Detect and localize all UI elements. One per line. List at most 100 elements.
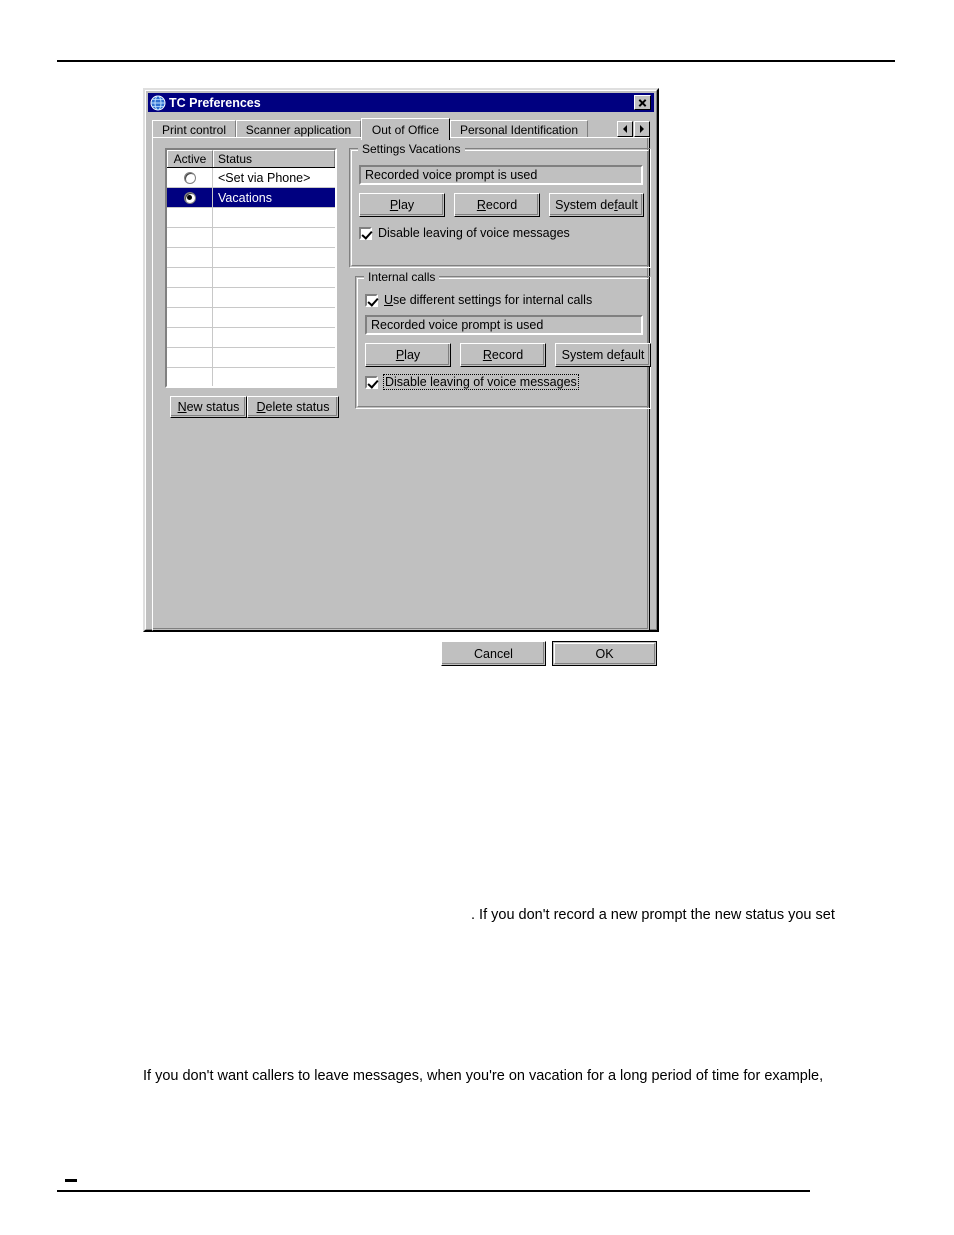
internal-calls-group: Internal calls Use different settings fo… [355,270,651,409]
internal-system-default-label: System default [561,348,645,362]
out-of-office-panel: Active Status <Set via Phone> Vacations [152,137,651,631]
listbox-header: Active Status [167,150,335,168]
table-row[interactable] [167,268,335,288]
internal-record-button[interactable]: Record [460,343,546,367]
document-paragraph-body: If you don't want callers to leave messa… [143,1068,824,1084]
column-header-status[interactable]: Status [213,150,335,167]
row-active-radio-cell [167,328,213,347]
cancel-label: Cancel [474,646,513,661]
table-row[interactable]: Vacations [167,188,335,208]
table-row[interactable]: <Set via Phone> [167,168,335,188]
row-status-label [213,248,335,267]
settings-system-default-button[interactable]: System default [549,193,644,217]
table-row[interactable] [167,308,335,328]
settings-group-title: Settings Vacations [358,142,465,156]
row-status-label [213,368,335,386]
tab-personal-identification[interactable]: Personal Identification [450,120,588,138]
table-row[interactable] [167,368,335,386]
row-active-radio-cell [167,288,213,307]
page-header-rule [57,60,895,62]
radio-button-inactive[interactable] [183,171,196,184]
document-paragraph-fragment: . If you don't record a new prompt the n… [471,907,835,923]
radio-button-active[interactable] [183,191,196,204]
settings-record-button[interactable]: Record [454,193,540,217]
column-header-active[interactable]: Active [167,150,213,167]
dialog-button-bar: Cancel OK [152,635,657,673]
ok-button[interactable]: OK [552,641,657,666]
settings-system-default-label: System default [555,198,638,212]
settings-disable-messages-label: Disable leaving of voice messages [378,226,570,240]
row-active-radio-cell[interactable] [167,188,213,207]
row-active-radio-cell [167,368,213,386]
row-active-radio-cell [167,268,213,287]
tab-label: Personal Identification [459,122,579,137]
internal-prompt-field[interactable]: Recorded voice prompt is used [365,315,643,335]
new-status-label: New status [177,400,240,414]
internal-disable-messages-row[interactable]: Disable leaving of voice messages [365,374,579,390]
internal-prompt-value: Recorded voice prompt is used [371,318,544,332]
internal-record-label: Record [482,348,524,362]
checkbox-use-different-settings[interactable] [365,293,378,307]
status-listbox[interactable]: Active Status <Set via Phone> Vacations [165,148,337,388]
tab-label: Out of Office [371,122,440,137]
table-row[interactable] [167,348,335,368]
internal-play-button[interactable]: Play [365,343,451,367]
dialog-title: TC Preferences [169,95,261,110]
tab-strip: Print control Scanner application Out of… [152,116,650,140]
use-different-settings-label: Use different settings for internal call… [384,293,593,307]
table-row[interactable] [167,248,335,268]
table-row[interactable] [167,288,335,308]
tab-scanner-application[interactable]: Scanner application [236,120,361,138]
page-footer-rule [57,1190,810,1192]
table-row[interactable] [167,228,335,248]
cancel-button[interactable]: Cancel [441,641,546,666]
table-row[interactable] [167,208,335,228]
tab-scroll-buttons [617,121,650,137]
close-icon[interactable] [634,95,651,110]
internal-group-title: Internal calls [364,270,440,284]
row-status-label [213,308,335,327]
settings-vacations-group: Settings Vacations Recorded voice prompt… [349,142,651,268]
tc-preferences-dialog: TC Preferences Print control Scanner app… [143,88,659,666]
new-status-button[interactable]: New status [170,396,247,418]
row-active-radio-cell [167,208,213,227]
row-active-radio-cell [167,248,213,267]
row-status-label [213,228,335,247]
checkbox-internal-disable-voice-messages[interactable] [365,375,378,389]
globe-icon [150,95,166,110]
row-active-radio-cell[interactable] [167,168,213,187]
tab-label: Print control [161,122,227,137]
row-status-label [213,268,335,287]
row-active-radio-cell [167,308,213,327]
internal-disable-messages-label: Disable leaving of voice messages [383,374,579,390]
dialog-titlebar[interactable]: TC Preferences [148,93,654,112]
row-status-label [213,208,335,227]
row-status-label [213,348,335,367]
settings-prompt-field[interactable]: Recorded voice prompt is used [359,165,643,185]
checkbox-disable-voice-messages[interactable] [359,226,372,240]
settings-disable-messages-row[interactable]: Disable leaving of voice messages [359,226,570,240]
tab-out-of-office[interactable]: Out of Office [361,118,450,140]
row-active-radio-cell [167,228,213,247]
footer-dash-mark [65,1179,77,1182]
internal-system-default-button[interactable]: System default [555,343,651,367]
row-active-radio-cell [167,348,213,367]
internal-play-label: Play [395,348,421,362]
row-status-label [213,288,335,307]
settings-play-button[interactable]: Play [359,193,445,217]
scroll-right-icon[interactable] [634,121,650,137]
delete-status-label: Delete status [256,400,330,414]
tab-print-control[interactable]: Print control [152,120,236,138]
scroll-left-icon[interactable] [617,121,633,137]
delete-status-button[interactable]: Delete status [247,396,339,418]
row-status-label: Vacations [218,190,272,205]
settings-play-label: Play [389,198,415,212]
use-different-settings-row[interactable]: Use different settings for internal call… [365,293,592,307]
settings-prompt-value: Recorded voice prompt is used [365,168,538,182]
tab-label: Scanner application [245,122,352,137]
row-status-label [213,328,335,347]
settings-record-label: Record [476,198,518,212]
ok-label: OK [595,646,614,661]
row-status-label: <Set via Phone> [218,170,311,185]
table-row[interactable] [167,328,335,348]
